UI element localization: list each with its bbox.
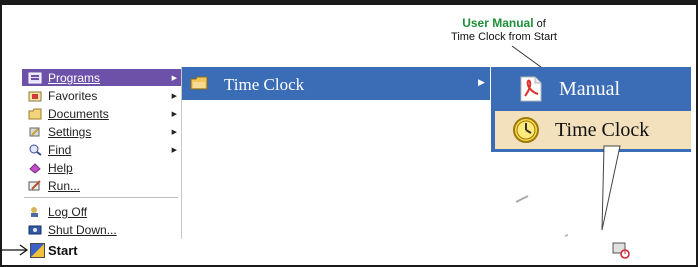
start-button[interactable]: Start <box>30 243 86 258</box>
start-label: Start <box>48 243 78 258</box>
taskbar <box>22 240 691 260</box>
windows-logo-icon <box>30 243 45 258</box>
mouse-pointer <box>515 145 621 237</box>
arrow-pointer-icon <box>1 244 29 256</box>
tray-icon[interactable] <box>612 242 632 260</box>
